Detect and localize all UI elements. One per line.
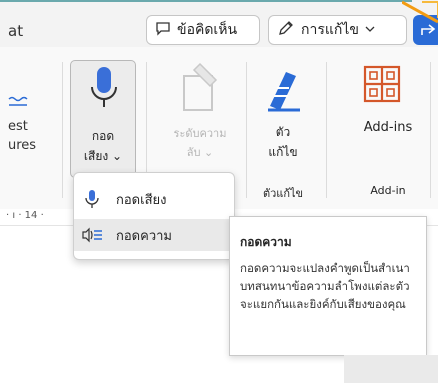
partial-group-label: est — [8, 119, 28, 134]
ribbon-separator — [326, 62, 327, 198]
decorative-corner-arrow — [402, 0, 438, 24]
editor-label: แก้ไข — [268, 145, 298, 159]
tooltip-title: กอดความ — [240, 235, 292, 249]
ribbon-separator — [430, 62, 431, 198]
editing-label: การแก้ไข — [301, 22, 359, 38]
ruler-markings: · ı · 14 · — [6, 210, 44, 221]
editor-pen-icon[interactable] — [262, 66, 304, 114]
status-area — [344, 355, 438, 383]
addins-group-label: Add-in — [370, 184, 406, 197]
addins-label: Add-ins — [363, 120, 413, 135]
document-title-fragment: at — [8, 22, 24, 40]
menu-item-label: กอดความ — [116, 228, 172, 244]
menu-item-label: กอดเสียง — [116, 192, 167, 208]
menu-item-transcribe[interactable]: กอดความ — [74, 219, 234, 251]
tooltip-body: กอดความจะแปลงคำพูดเป็นสำเนาบทสนทนาข้อควา… — [240, 261, 410, 311]
dictate-dropdown-label[interactable]: เสียง ⌄ — [76, 147, 130, 166]
microphone-icon — [91, 67, 117, 107]
ribbon-separator — [246, 62, 247, 198]
menu-item-dictate[interactable]: กอดเสียง — [74, 183, 234, 215]
proofing-icon — [8, 96, 28, 106]
partial-group-label: ures — [8, 138, 37, 153]
dictate-label: กอด — [91, 129, 115, 143]
transcribe-tooltip: กอดความ กอดความจะแปลงคำพูดเป็นสำเนาบทสนท… — [229, 216, 427, 356]
title-accent-line — [0, 0, 412, 2]
sensitivity-dropdown-label: ลับ ⌄ — [186, 146, 214, 159]
chevron-down-icon — [365, 22, 375, 38]
editor-label: ตัว — [275, 125, 291, 139]
editing-mode-button[interactable]: การแก้ไข — [268, 15, 407, 45]
transcribe-icon — [74, 227, 110, 243]
comments-button[interactable]: ข้อคิดเห็น — [146, 15, 260, 45]
sensitivity-label: ระดับความ — [173, 127, 227, 140]
comment-icon — [155, 20, 171, 40]
sensitivity-icon — [183, 62, 218, 111]
comments-label: ข้อคิดเห็น — [177, 22, 238, 38]
editor-group-label: ตัวแก้ไข — [262, 187, 304, 200]
dictate-dropdown-menu: กอดเสียง กอดความ — [73, 172, 235, 260]
ribbon-separator — [62, 62, 63, 198]
pencil-icon — [277, 19, 295, 41]
microphone-icon — [74, 189, 110, 209]
addins-grid-icon[interactable] — [362, 64, 402, 104]
